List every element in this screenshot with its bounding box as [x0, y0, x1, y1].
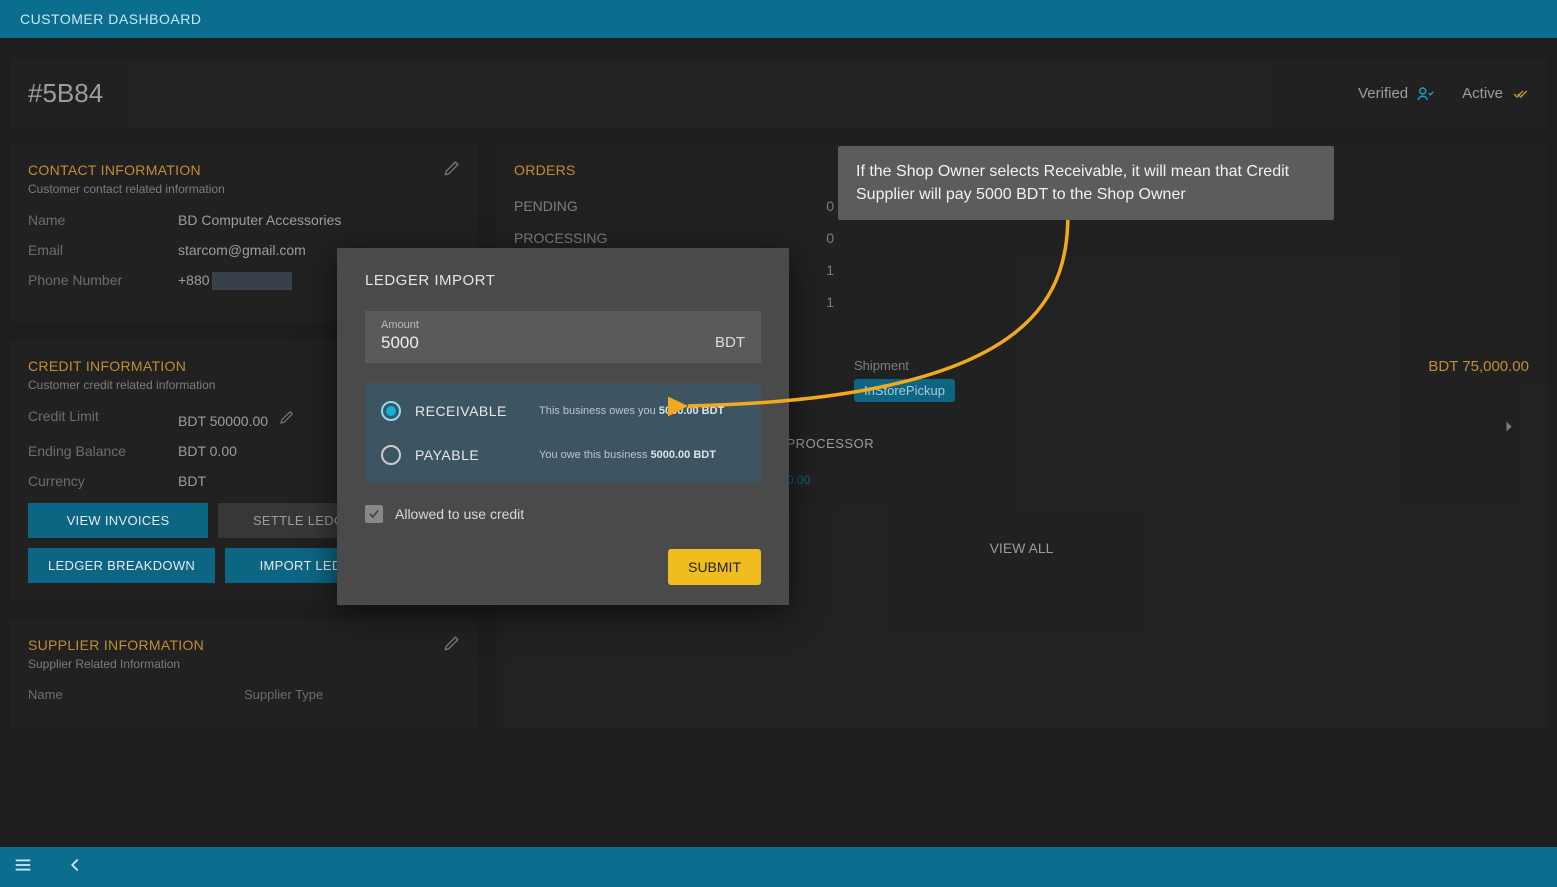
- checkbox-checked-icon[interactable]: [365, 505, 383, 523]
- ledger-import-modal: LEDGER IMPORT Amount BDT RECEIVABLE This…: [337, 248, 789, 605]
- receivable-option[interactable]: RECEIVABLE This business owes you 5000.0…: [365, 389, 761, 433]
- contact-name: BD Computer Accessories: [178, 212, 341, 228]
- order-amount: BDT 75,000.00: [1428, 358, 1529, 375]
- pencil-icon[interactable]: [442, 158, 462, 183]
- shipment-label: Shipment: [854, 358, 955, 373]
- amount-currency: BDT: [715, 334, 745, 353]
- bottom-bar: [0, 847, 1557, 887]
- customer-id: #5B84: [28, 78, 103, 109]
- chevron-left-icon[interactable]: [64, 854, 86, 881]
- supplier-title: SUPPLIER INFORMATION: [28, 637, 460, 653]
- title-row: #5B84 Verified Active: [10, 58, 1547, 129]
- amount-input[interactable]: [381, 333, 715, 353]
- view-invoices-button[interactable]: VIEW INVOICES: [28, 503, 208, 538]
- shipment-badge: InStorePickup: [854, 379, 955, 402]
- user-check-icon: [1416, 85, 1434, 103]
- supplier-card: SUPPLIER INFORMATION Supplier Related In…: [10, 619, 478, 728]
- currency: BDT: [178, 473, 206, 489]
- active-badge: Active: [1462, 85, 1529, 103]
- top-bar-title: CUSTOMER DASHBOARD: [20, 11, 201, 27]
- contact-email: starcom@gmail.com: [178, 242, 306, 258]
- top-bar: CUSTOMER DASHBOARD: [0, 0, 1557, 38]
- submit-button[interactable]: SUBMIT: [668, 549, 761, 585]
- ending-balance: BDT 0.00: [178, 443, 237, 459]
- contact-title: CONTACT INFORMATION: [28, 162, 460, 178]
- allowed-credit-row[interactable]: Allowed to use credit: [365, 505, 761, 523]
- orders-row: PENDING0: [514, 190, 834, 222]
- status-badges: Verified Active: [1358, 85, 1529, 103]
- modal-title: LEDGER IMPORT: [365, 272, 761, 289]
- payable-option[interactable]: PAYABLE You owe this business 5000.00 BD…: [365, 433, 761, 477]
- radio-unselected-icon: [381, 445, 401, 465]
- contact-sub: Customer contact related information: [28, 182, 460, 196]
- pencil-icon[interactable]: [278, 408, 296, 429]
- amount-field[interactable]: Amount BDT: [365, 311, 761, 363]
- supplier-sub: Supplier Related Information: [28, 657, 460, 671]
- verified-badge: Verified: [1358, 85, 1434, 103]
- double-check-icon: [1511, 85, 1529, 103]
- ledger-breakdown-button[interactable]: LEDGER BREAKDOWN: [28, 548, 215, 583]
- amount-label: Amount: [381, 319, 715, 331]
- ledger-type-group: RECEIVABLE This business owes you 5000.0…: [365, 383, 761, 483]
- contact-phone: +880: [178, 272, 292, 290]
- annotation-tooltip: If the Shop Owner selects Receivable, it…: [838, 146, 1334, 220]
- menu-icon[interactable]: [12, 854, 34, 881]
- pencil-icon[interactable]: [442, 633, 462, 658]
- radio-selected-icon: [381, 401, 401, 421]
- redacted-box: [212, 272, 292, 290]
- credit-limit: BDT 50000.00: [178, 408, 296, 429]
